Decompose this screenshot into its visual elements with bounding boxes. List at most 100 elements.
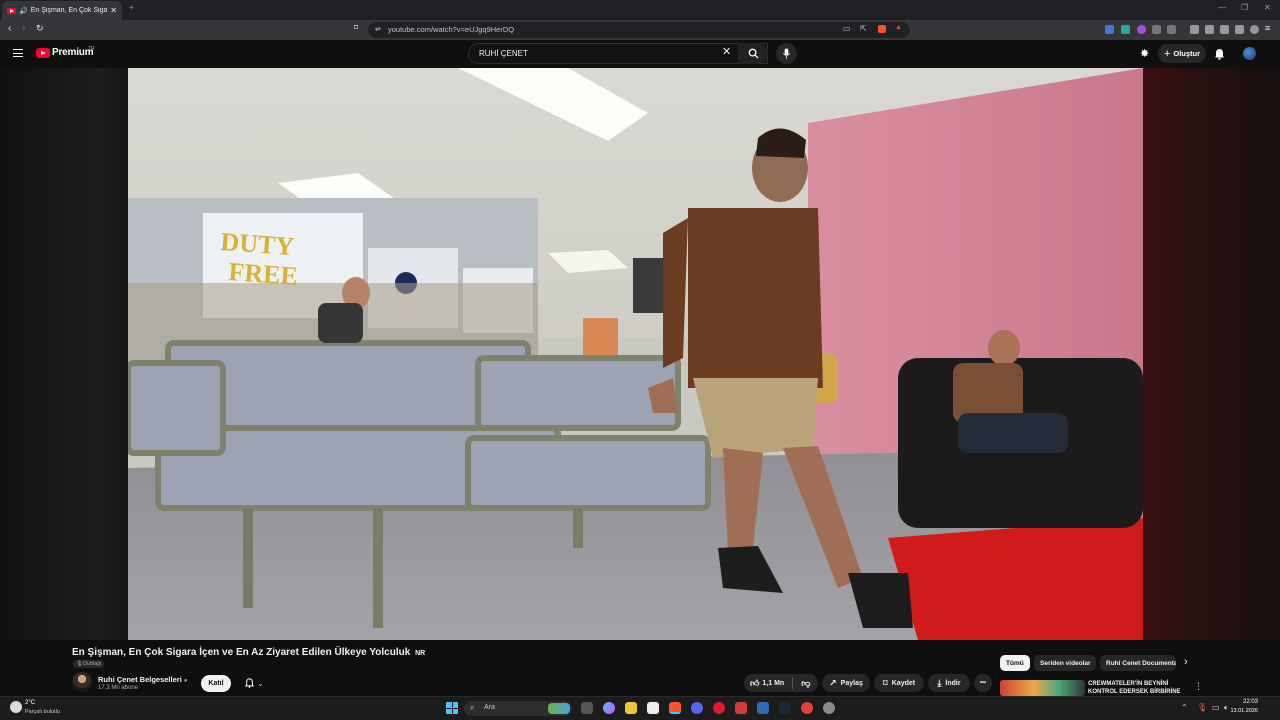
forward-icon[interactable]: › [22,23,25,34]
taskbar-search-box[interactable]: ⌕ Ara [464,701,572,716]
settings-gear-icon[interactable] [823,702,835,714]
subscriber-count: 17,3 Mn abone [98,685,139,691]
taskbar-app-circle-icon[interactable] [801,702,813,714]
minimize-icon[interactable]: — [1218,3,1226,12]
cast-icon[interactable]: ▭ [843,24,851,33]
brave-shield-icon[interactable] [878,25,886,33]
dislike-button[interactable]: 👎︎ [801,678,810,689]
create-label: Oluştur [1173,49,1201,58]
search-highlight-icon [548,703,570,714]
chip-series-videos[interactable]: Seriden videolar [1034,655,1096,671]
search-value: RUHİ ÇENET [479,49,528,58]
bookmark-icon[interactable]: ⌑ [354,23,358,32]
sidebar-icon[interactable] [1205,25,1214,34]
new-tab-button[interactable]: + [129,3,134,12]
extension-translate-icon[interactable] [1105,25,1114,34]
notifications-bell-icon[interactable] [1214,47,1225,65]
reload-icon[interactable]: ↻ [36,23,44,34]
like-button[interactable]: 👍︎ 1,1 Mn [750,678,784,689]
brave-browser-icon[interactable] [669,702,681,714]
start-button-windows-icon[interactable] [446,702,458,714]
recommended-video-thumbnail[interactable] [1000,680,1085,696]
verified-badge-icon: ● [183,678,188,684]
tray-overflow-chevron-icon[interactable]: ⌃ [1181,703,1188,712]
share-button[interactable]: ↗ Paylaş [822,674,870,692]
more-actions-button[interactable]: ••• [974,674,992,692]
chip-ruhi-cenet-documentaries[interactable]: Ruhi Cenet Documentaries [1100,655,1176,671]
taskbar-app-red-icon[interactable] [735,702,747,714]
chip-all[interactable]: Tümü [1000,655,1030,671]
maximize-icon[interactable]: ❐ [1241,3,1248,12]
vpn-app-icon[interactable] [757,702,769,714]
browser-toolbar: ‹ › ↻ ⌑ ⇌ youtube.com/watch?v=eUJgq9HerD… [0,20,1280,40]
task-view-icon[interactable] [581,702,593,714]
discord-icon[interactable] [691,702,703,714]
download-label: İndir [945,679,961,687]
clock-time[interactable]: 22:03 [1228,699,1258,705]
audio-playing-icon[interactable]: 🔊 [19,7,28,15]
chips-next-chevron-icon[interactable]: › [1184,656,1188,668]
microphone-icon [782,48,791,59]
more-horizontal-icon: ••• [979,680,987,686]
guide-menu-icon[interactable] [13,49,23,57]
youtube-favicon-icon [7,7,16,14]
clock-date[interactable]: 13.01.2026 [1228,708,1258,714]
download-button[interactable]: ⤓ İndir [928,674,970,692]
recommended-video-title[interactable]: CREWMATELER'İN BEYNİNİ KONTROL EDERSEK B… [1088,681,1186,697]
like-dislike-group: 👍︎ 1,1 Mn 👎︎ [744,674,818,692]
bookmark-save-icon: ⌑ [882,677,888,688]
account-avatar[interactable] [1243,47,1256,60]
search-icon [748,48,759,59]
tab-close-icon[interactable]: ✕ [110,6,117,15]
gemini-sparkle-icon[interactable]: ✸ [1140,47,1149,60]
recommended-video-menu-icon[interactable]: ⋮ [1194,681,1203,692]
search-clear-icon[interactable]: ✕ [722,45,731,58]
save-button[interactable]: ⌑ Kaydet [874,674,924,692]
extension-four-icon[interactable] [1152,25,1161,34]
site-info-icon[interactable]: ⇌ [375,25,381,33]
rating-badge: NR [415,650,426,657]
thumbs-up-icon: 👍︎ [750,677,760,688]
channel-avatar[interactable] [72,672,92,692]
video-frame[interactable]: DUTY FREE [128,68,1143,640]
weather-cloud-icon[interactable] [10,701,22,713]
extension-two-icon[interactable] [1121,25,1130,34]
divider [792,677,794,689]
window-close-icon[interactable]: ✕ [1264,3,1271,12]
subscription-bell-button[interactable]: ⌄ [237,675,271,692]
dubbed-label: Dublajlı [82,661,102,667]
thumbs-down-icon: 👎︎ [801,677,811,688]
browser-tab[interactable]: 🔊 En Şişman, En Çok Sigara İçen ve En Az… [2,1,122,20]
copilot-icon[interactable] [603,702,615,714]
address-bar[interactable]: ⇌ youtube.com/watch?v=eUJgq9HerDQ ▭ ⇱ ▲ [368,22,910,38]
network-icon[interactable]: ▭ [1212,703,1220,712]
vpn-icon[interactable] [1250,25,1259,34]
browser-menu-icon[interactable]: ≡ [1265,23,1270,33]
wallet-icon[interactable] [1220,25,1229,34]
youtube-logo-icon[interactable] [36,48,50,58]
file-explorer-icon[interactable] [625,702,637,714]
microphone-tray-icon[interactable]: 🎙 [1197,703,1207,712]
create-button[interactable]: + Oluştur [1158,44,1206,63]
url-text: youtube.com/watch?v=eUJgq9HerDQ [388,25,515,34]
share-page-icon[interactable]: ⇱ [860,24,867,33]
media-controls-icon[interactable] [1190,25,1199,34]
join-button[interactable]: Katıl [201,675,231,692]
back-icon[interactable]: ‹ [8,23,11,34]
weather-description[interactable]: Parçalı bulutlu [25,709,60,715]
search-button[interactable] [738,43,768,64]
weather-temperature[interactable]: 2°C [25,700,35,706]
dubbed-audio-icon: 🎙 [76,661,83,667]
steam-icon[interactable] [779,702,791,714]
extension-three-icon[interactable] [1137,25,1146,34]
voice-search-button[interactable] [776,43,797,64]
brave-rewards-icon[interactable]: ▲ [895,24,902,31]
calendar-app-icon[interactable] [647,702,659,714]
opera-icon[interactable] [713,702,725,714]
extensions-icon[interactable] [1235,25,1244,34]
channel-name[interactable]: Ruhi Çenet Belgeselleri ● [98,675,188,684]
extension-five-icon[interactable] [1167,25,1176,34]
taskbar-search-icon: ⌕ [470,703,475,712]
video-title: En Şişman, En Çok Sigara İçen ve En Az Z… [72,647,425,658]
taskbar-search-placeholder: Ara [484,704,495,711]
